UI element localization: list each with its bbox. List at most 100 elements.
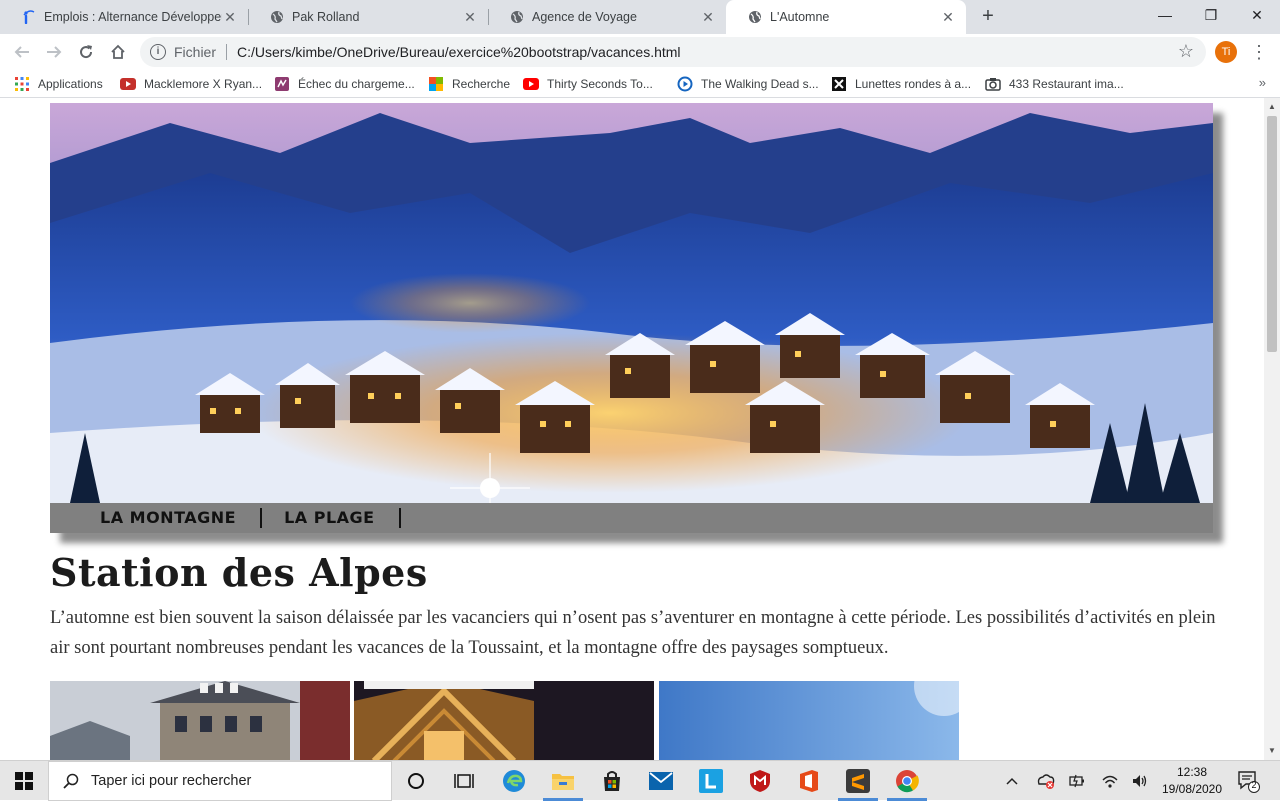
scroll-up-icon[interactable]: ▲ bbox=[1264, 100, 1280, 114]
gallery-photo-chalet-building[interactable] bbox=[50, 681, 350, 760]
bookmark-walking-dead[interactable]: The Walking Dead s... bbox=[677, 76, 819, 92]
nav-link-plage[interactable]: LA PLAGE bbox=[284, 508, 401, 528]
bookmark-label: Lunettes rondes à a... bbox=[855, 77, 972, 91]
gallery-photo-wood-chalet-night[interactable] bbox=[354, 681, 654, 760]
apps-grid-icon bbox=[14, 76, 30, 92]
restore-button[interactable]: ❐ bbox=[1188, 0, 1234, 30]
nav-link-montagne[interactable]: LA MONTAGNE bbox=[100, 508, 263, 528]
search-placeholder: Taper ici pour rechercher bbox=[91, 773, 252, 789]
category-nav: LA MONTAGNE LA PLAGE bbox=[50, 503, 1213, 533]
close-tab-icon[interactable]: ✕ bbox=[940, 9, 956, 25]
mcafee-icon[interactable] bbox=[746, 767, 774, 795]
vertical-scrollbar[interactable]: ▲ ▼ bbox=[1264, 98, 1280, 760]
cortana-icon[interactable] bbox=[402, 767, 430, 795]
l-app-icon[interactable] bbox=[697, 767, 725, 795]
page-icon bbox=[274, 76, 290, 92]
close-tab-icon[interactable]: ✕ bbox=[222, 9, 238, 25]
bookmark-label: Thirty Seconds To... bbox=[547, 77, 653, 91]
forward-button[interactable] bbox=[40, 38, 68, 66]
bookmark-thirty-seconds[interactable]: Thirty Seconds To... bbox=[523, 76, 653, 92]
clock-time: 12:38 bbox=[1176, 765, 1208, 779]
close-tab-icon[interactable]: ✕ bbox=[462, 9, 478, 25]
taskbar-search-box[interactable]: Taper ici pour rechercher bbox=[48, 761, 392, 801]
bookmark-label: Macklemore X Ryan... bbox=[144, 77, 263, 91]
indeed-icon bbox=[22, 10, 36, 24]
bookmark-recherche[interactable]: Recherche bbox=[428, 76, 510, 92]
store-icon[interactable] bbox=[598, 767, 626, 795]
url-text[interactable]: C:/Users/kimbe/OneDrive/Bureau/exercice%… bbox=[237, 44, 681, 60]
address-bar[interactable]: i Fichier C:/Users/kimbe/OneDrive/Bureau… bbox=[140, 37, 1206, 67]
bookmark-restaurant[interactable]: 433 Restaurant ima... bbox=[985, 76, 1124, 92]
tab-title: L'Automne bbox=[770, 10, 830, 24]
bookmark-lunettes[interactable]: Lunettes rondes à a... bbox=[831, 76, 971, 92]
taskbar-clock[interactable]: 12:38 19/08/2020 bbox=[1160, 764, 1224, 798]
sublime-text-icon[interactable] bbox=[844, 767, 872, 795]
start-button[interactable] bbox=[0, 761, 48, 801]
home-icon bbox=[111, 44, 125, 59]
page-viewport: LA MONTAGNE LA PLAGE Station des Alpes L… bbox=[0, 98, 1264, 760]
tab-emplois[interactable]: Emplois : Alternance Développeu ✕ bbox=[0, 0, 248, 34]
chevron-up-icon[interactable] bbox=[1005, 761, 1019, 801]
speaker-icon[interactable] bbox=[1131, 761, 1149, 801]
divider bbox=[226, 44, 228, 60]
new-tab-button[interactable]: + bbox=[977, 6, 999, 28]
windows-taskbar: Taper ici pour rechercher 12:38 19/08/20… bbox=[0, 760, 1280, 801]
menu-kebab-icon[interactable]: ⋮ bbox=[1249, 40, 1269, 64]
arrow-right-icon bbox=[47, 46, 62, 58]
close-window-button[interactable]: ✕ bbox=[1234, 0, 1280, 30]
bookmark-applications[interactable]: Applications bbox=[14, 76, 103, 92]
intro-paragraph: L’automne est bien souvent la saison dél… bbox=[50, 608, 1216, 658]
play-circle-icon bbox=[677, 76, 693, 92]
hero-banner: LA MONTAGNE LA PLAGE bbox=[50, 103, 1213, 533]
youtube-icon bbox=[523, 76, 539, 92]
back-button[interactable] bbox=[8, 38, 36, 66]
home-button[interactable] bbox=[104, 38, 132, 66]
clock-date: 19/08/2020 bbox=[1161, 782, 1223, 796]
tab-l-automne[interactable]: L'Automne ✕ bbox=[726, 0, 966, 34]
gallery-photo-blue-sky[interactable] bbox=[659, 681, 959, 760]
edge-icon[interactable] bbox=[500, 767, 528, 795]
bookmark-label: The Walking Dead s... bbox=[701, 77, 819, 91]
bookmarks-bar: Applications Macklemore X Ryan... Échec … bbox=[0, 70, 1280, 98]
camera-icon bbox=[985, 76, 1001, 92]
youtube-icon bbox=[120, 76, 136, 92]
reload-button[interactable] bbox=[72, 38, 100, 66]
wifi-icon[interactable] bbox=[1101, 761, 1119, 801]
arrow-left-icon bbox=[14, 46, 29, 58]
chrome-icon[interactable] bbox=[893, 767, 921, 795]
info-icon[interactable]: i bbox=[150, 44, 166, 60]
search-icon bbox=[63, 773, 79, 789]
vpn-icon[interactable] bbox=[1036, 761, 1056, 801]
reload-icon bbox=[80, 45, 93, 59]
close-tab-icon[interactable]: ✕ bbox=[700, 9, 716, 25]
chevron-double-right-icon[interactable]: » bbox=[1259, 75, 1266, 90]
office-icon[interactable] bbox=[795, 767, 823, 795]
tab-strip: Emplois : Alternance Développeu ✕ Pak Ro… bbox=[0, 0, 1280, 34]
bookmark-label: Applications bbox=[38, 77, 103, 91]
globe-icon bbox=[748, 10, 762, 24]
task-view-icon[interactable] bbox=[450, 767, 478, 795]
tab-title: Agence de Voyage bbox=[532, 10, 637, 24]
battery-icon[interactable] bbox=[1068, 761, 1086, 801]
tab-title: Pak Rolland bbox=[292, 10, 360, 24]
file-explorer-icon[interactable] bbox=[549, 767, 577, 795]
page-title: Station des Alpes bbox=[50, 550, 428, 595]
scheme-label: Fichier bbox=[174, 44, 217, 60]
tab-pak-rolland[interactable]: Pak Rolland ✕ bbox=[248, 0, 488, 34]
globe-icon bbox=[270, 10, 284, 24]
bookmark-star-icon[interactable]: ☆ bbox=[1178, 41, 1194, 62]
tab-agence-de-voyage[interactable]: Agence de Voyage ✕ bbox=[488, 0, 726, 34]
browser-toolbar: i Fichier C:/Users/kimbe/OneDrive/Bureau… bbox=[0, 34, 1280, 70]
windows-logo-icon bbox=[15, 772, 33, 790]
bookmark-macklemore[interactable]: Macklemore X Ryan... bbox=[120, 76, 262, 92]
bookmark-label: Échec du chargeme... bbox=[298, 77, 415, 91]
profile-avatar[interactable]: Ti bbox=[1215, 41, 1237, 63]
globe-icon bbox=[510, 10, 524, 24]
scrollbar-thumb[interactable] bbox=[1267, 116, 1277, 352]
notification-center-icon[interactable]: 2 bbox=[1236, 769, 1260, 793]
mail-icon[interactable] bbox=[647, 767, 675, 795]
scroll-down-icon[interactable]: ▼ bbox=[1264, 744, 1280, 758]
minimize-button[interactable]: — bbox=[1142, 0, 1188, 30]
bookmark-label: 433 Restaurant ima... bbox=[1009, 77, 1124, 91]
bookmark-echec[interactable]: Échec du chargeme... bbox=[274, 76, 415, 92]
